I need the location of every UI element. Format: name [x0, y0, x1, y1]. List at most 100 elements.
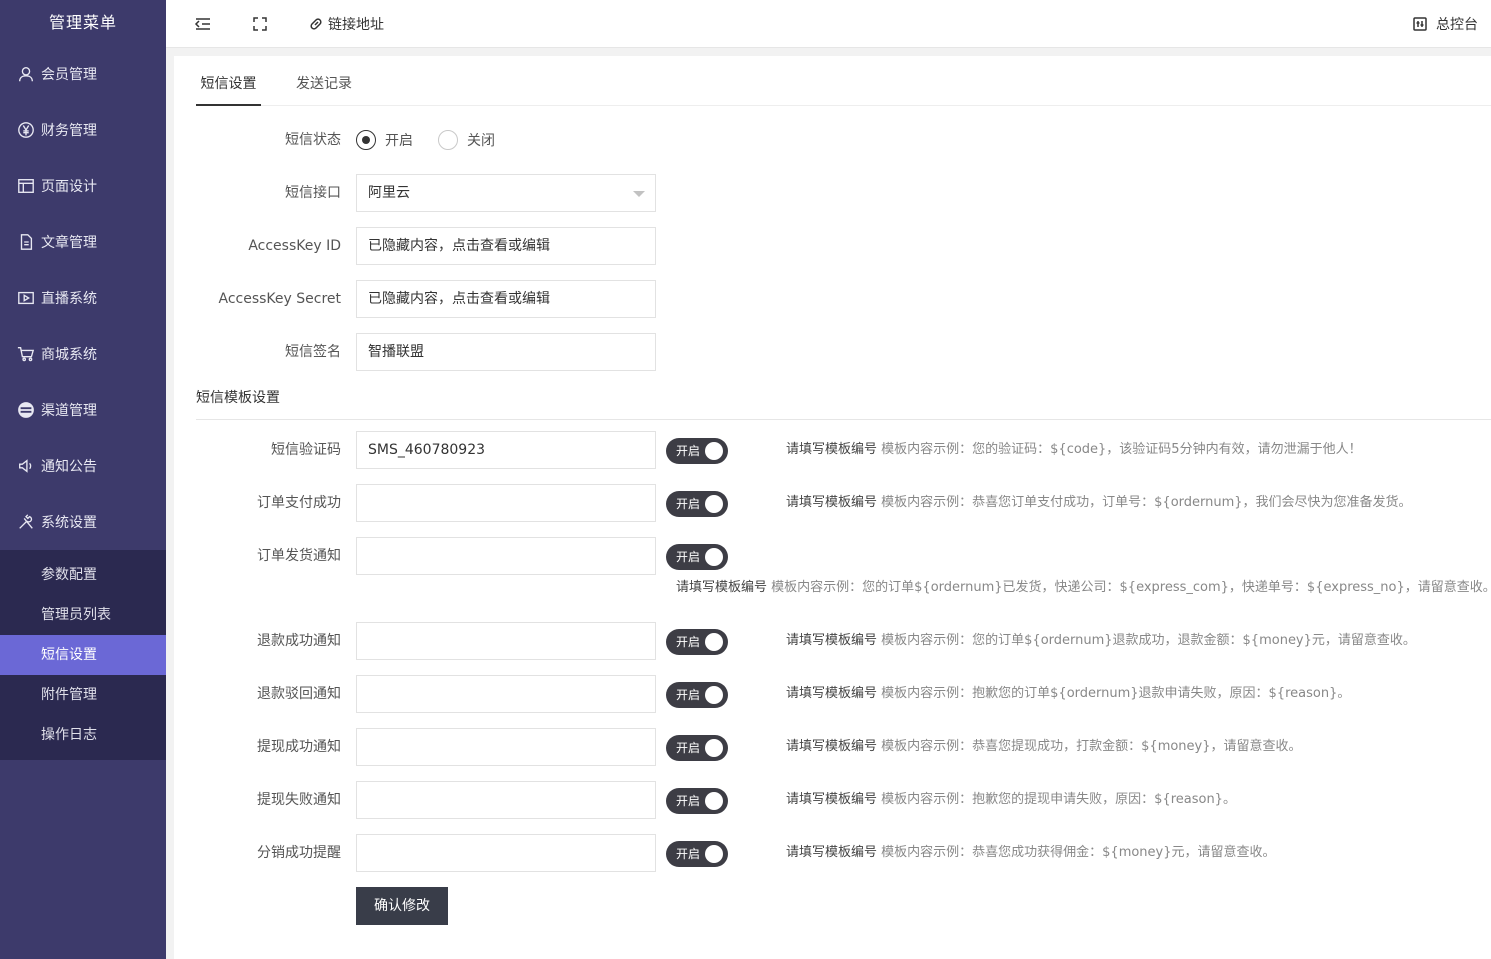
template-switch[interactable]: 开启 — [666, 629, 728, 655]
template-switch[interactable]: 开启 — [666, 438, 728, 464]
hint-text: 模板内容示例：恭喜您订单支付成功，订单号：${ordernum}，我们会尽快为您… — [877, 495, 1412, 510]
hint-text: 模板内容示例：您的订单${ordernum}退款成功，退款金额：${money}… — [877, 633, 1416, 648]
hint-text: 模板内容示例：抱歉您的订单${ordernum}退款申请失败，原因：${reas… — [877, 686, 1351, 701]
switch-knob — [705, 792, 723, 810]
sidebar-title: 管理菜单 — [48, 13, 117, 32]
template-label: 提现失败通知 — [257, 792, 341, 808]
template-hint: 请填写模板编号 模板内容示例：您的订单${ordernum}已发货，快递公司：$… — [676, 578, 1491, 598]
sidebar-item-label: 财务管理 — [41, 123, 97, 139]
sidebar-item-channels[interactable]: 渠道管理 — [0, 382, 166, 438]
sidebar-item-page-design[interactable]: 页面设计 — [0, 158, 166, 214]
submenu-params[interactable]: 参数配置 — [0, 555, 166, 595]
template-switch[interactable]: 开启 — [666, 682, 728, 708]
template-hint: 请填写模板编号 模板内容示例：恭喜您提现成功，打款金额：${money}，请留意… — [786, 737, 1302, 757]
console-button[interactable]: 总控台 — [1412, 12, 1478, 36]
switch-label: 开启 — [676, 794, 701, 808]
sidebar-item-system[interactable]: 系统设置 — [0, 494, 166, 550]
template-switch[interactable]: 开启 — [666, 491, 728, 517]
template-input[interactable] — [356, 781, 656, 819]
access-key-id-label: AccessKey ID — [248, 238, 341, 254]
template-input[interactable] — [356, 834, 656, 872]
access-key-secret-placeholder: 已隐藏内容，点击查看或编辑 — [368, 291, 550, 307]
radio-checked-icon — [356, 130, 376, 150]
sidebar-item-label: 商城系统 — [41, 347, 97, 363]
sidebar-item-label: 系统设置 — [41, 515, 97, 531]
switch-label: 开启 — [676, 444, 701, 458]
sms-api-select[interactable]: 阿里云 — [356, 174, 656, 212]
template-hint: 请填写模板编号 模板内容示例：恭喜您订单支付成功，订单号：${ordernum}… — [786, 493, 1412, 513]
chevron-down-icon — [633, 191, 645, 197]
sidebar-item-notices[interactable]: 通知公告 — [0, 438, 166, 494]
template-input[interactable] — [356, 675, 656, 713]
sidebar-item-label: 通知公告 — [41, 459, 97, 475]
link-icon — [310, 18, 322, 30]
access-key-secret-input[interactable]: 已隐藏内容，点击查看或编辑 — [356, 280, 656, 318]
submenu-logs[interactable]: 操作日志 — [0, 715, 166, 755]
stack-icon — [16, 400, 36, 420]
template-hint: 请填写模板编号 模板内容示例：您的验证码：${code}，该验证码5分钟内有效，… — [786, 440, 1362, 460]
template-label: 订单支付成功 — [257, 495, 341, 511]
hint-strong: 请填写模板编号 — [786, 845, 878, 860]
template-input[interactable]: SMS_460780923 — [356, 431, 656, 469]
access-key-id-input[interactable]: 已隐藏内容，点击查看或编辑 — [356, 227, 656, 265]
document-icon — [16, 232, 36, 252]
video-icon — [16, 288, 36, 308]
access-key-id-placeholder: 已隐藏内容，点击查看或编辑 — [368, 238, 550, 254]
status-radio-on[interactable]: 开启 — [356, 130, 413, 150]
template-label: 退款驳回通知 — [257, 686, 341, 702]
yen-icon — [16, 120, 36, 140]
template-hint: 请填写模板编号 模板内容示例：抱歉您的订单${ordernum}退款申请失败，原… — [786, 684, 1350, 704]
hint-text: 模板内容示例：恭喜您成功获得佣金：${money}元，请留意查收。 — [877, 845, 1276, 860]
status-radio-off[interactable]: 关闭 — [438, 130, 495, 150]
template-input[interactable] — [356, 728, 656, 766]
template-input[interactable] — [356, 537, 656, 575]
template-label: 提现成功通知 — [257, 739, 341, 755]
main-panel: 短信设置 发送记录 短信状态 开启 关闭 短信接口 阿里云 AccessKey … — [174, 56, 1491, 959]
sidebar-item-members[interactable]: 会员管理 — [0, 46, 166, 102]
hint-text: 模板内容示例：您的订单${ordernum}已发货，快递公司：${express… — [767, 580, 1491, 595]
hint-strong: 请填写模板编号 — [786, 495, 878, 510]
switch-label: 开启 — [676, 688, 701, 702]
system-submenu: 参数配置 管理员列表 短信设置 附件管理 操作日志 — [0, 550, 166, 760]
hint-text: 模板内容示例：恭喜您提现成功，打款金额：${money}，请留意查收。 — [877, 739, 1302, 754]
submenu-sms-settings[interactable]: 短信设置 — [0, 635, 166, 675]
sms-sign-input[interactable]: 智播联盟 — [356, 333, 656, 371]
template-switch[interactable]: 开启 — [666, 735, 728, 761]
sidebar-item-finance[interactable]: 财务管理 — [0, 102, 166, 158]
template-switch[interactable]: 开启 — [666, 544, 728, 570]
indent-icon — [194, 18, 210, 30]
switch-knob — [705, 686, 723, 704]
sidebar-item-label: 文章管理 — [41, 235, 97, 251]
radio-unchecked-icon — [438, 130, 458, 150]
link-address-button[interactable]: 链接地址 — [308, 12, 384, 36]
tab-sms-settings[interactable]: 短信设置 — [196, 56, 261, 106]
sms-api-value: 阿里云 — [368, 185, 410, 201]
submenu-admins[interactable]: 管理员列表 — [0, 595, 166, 635]
switch-knob — [705, 548, 723, 566]
template-input[interactable] — [356, 622, 656, 660]
tab-send-records[interactable]: 发送记录 — [296, 56, 352, 106]
switch-label: 开启 — [676, 847, 701, 861]
submenu-attachments[interactable]: 附件管理 — [0, 675, 166, 715]
sidebar-item-live[interactable]: 直播系统 — [0, 270, 166, 326]
layout-icon — [16, 176, 36, 196]
template-switch[interactable]: 开启 — [666, 841, 728, 867]
template-section-title: 短信模板设置 — [196, 383, 1491, 420]
template-label: 分销成功提醒 — [257, 845, 341, 861]
sidebar-item-label: 页面设计 — [41, 179, 97, 195]
collapse-menu-button[interactable] — [194, 12, 212, 36]
fullscreen-button[interactable] — [252, 12, 268, 36]
switch-knob — [705, 845, 723, 863]
sidebar-item-articles[interactable]: 文章管理 — [0, 214, 166, 270]
sidebar-item-mall[interactable]: 商城系统 — [0, 326, 166, 382]
confirm-button[interactable]: 确认修改 — [356, 887, 448, 925]
template-input[interactable] — [356, 484, 656, 522]
template-hint: 请填写模板编号 模板内容示例：恭喜您成功获得佣金：${money}元，请留意查收… — [786, 843, 1276, 863]
template-switch[interactable]: 开启 — [666, 788, 728, 814]
hint-strong: 请填写模板编号 — [786, 442, 878, 457]
switch-label: 开启 — [676, 635, 701, 649]
sidebar-item-label: 渠道管理 — [41, 403, 97, 419]
access-key-secret-label: AccessKey Secret — [218, 291, 341, 307]
hint-strong: 请填写模板编号 — [676, 580, 768, 595]
hint-text: 模板内容示例：您的验证码：${code}，该验证码5分钟内有效，请勿泄漏于他人！ — [877, 442, 1362, 457]
